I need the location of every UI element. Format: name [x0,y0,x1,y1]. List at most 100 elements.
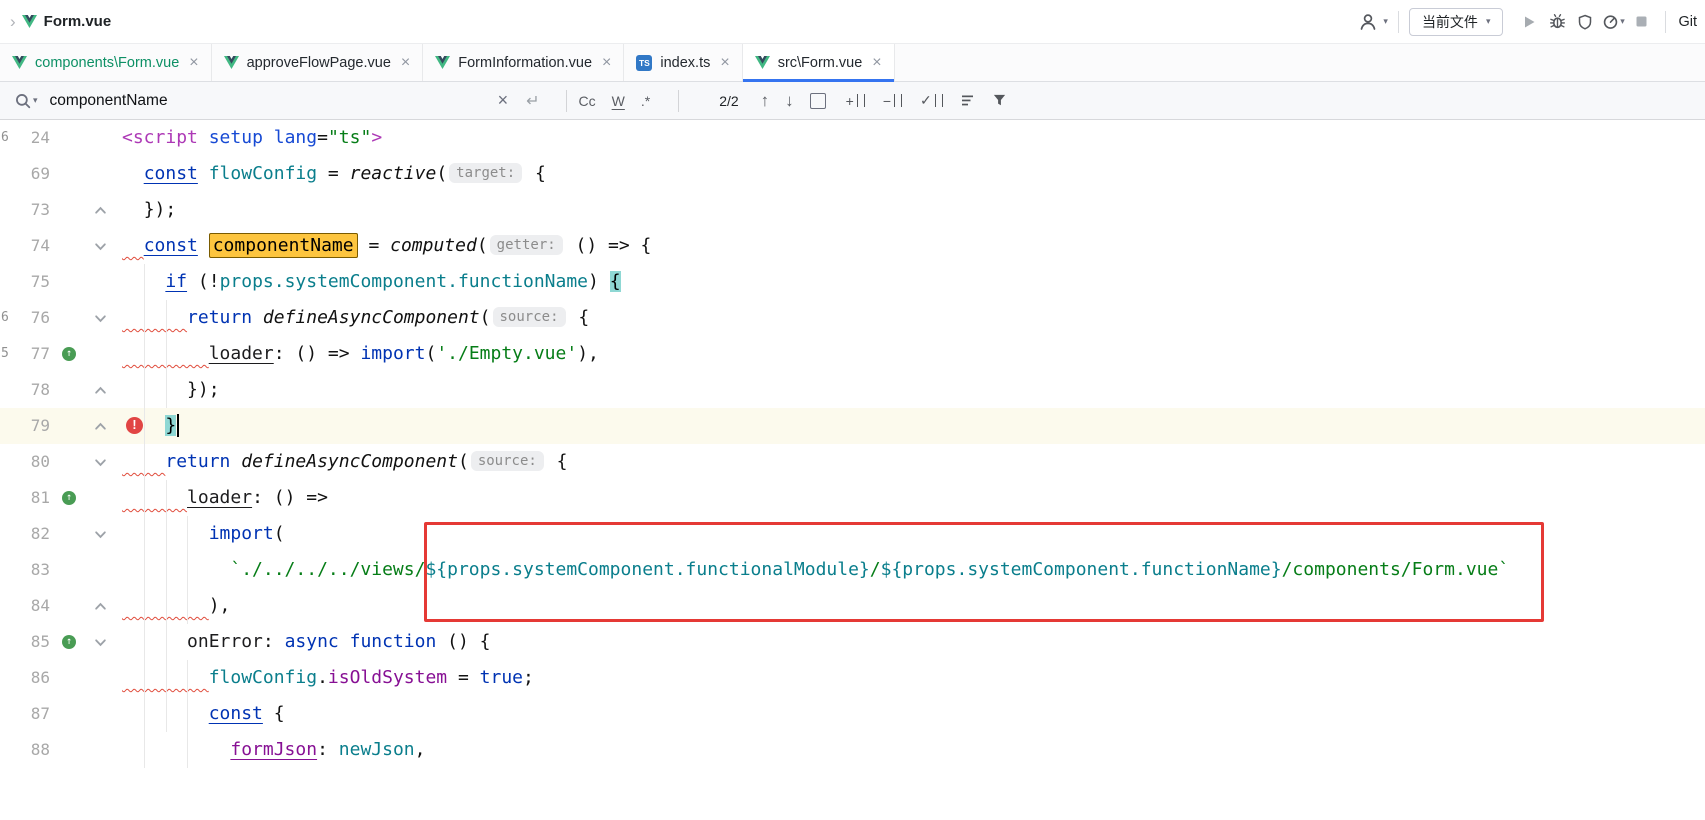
git-label[interactable]: Git [1678,14,1697,30]
clear-search-icon[interactable]: × [498,90,509,111]
code-text[interactable]: ), [122,588,1705,624]
code-text[interactable]: if (!props.systemComponent.functionName)… [122,264,1705,300]
code-text[interactable]: } [122,408,1705,444]
tab-close-icon[interactable]: × [189,55,198,71]
line-number[interactable]: 74 [31,228,50,264]
line-number[interactable]: 24 [31,120,50,156]
editor-tab[interactable]: components\Form.vue× [0,44,212,81]
search-input[interactable]: componentName [50,92,168,110]
code-token: return [165,451,230,472]
tab-close-icon[interactable]: × [602,55,611,71]
error-icon[interactable]: ! [126,417,143,434]
chevron-down-icon[interactable]: ▾ [33,95,38,106]
regex-toggle[interactable]: .* [641,93,650,109]
code-text[interactable]: return defineAsyncComponent(source: { [122,300,1705,336]
in-selection-toggle[interactable] [810,93,826,109]
gutter: 87 [0,696,122,732]
editor-tab[interactable]: FormInformation.vue × [423,44,624,81]
code-token: /components/Form.vue` [1282,559,1510,580]
code-text[interactable]: onError: async function () { [122,624,1705,660]
line-number[interactable]: 82 [31,516,50,552]
code-text[interactable]: formJson: newJson, [122,732,1705,768]
fold-toggle-icon[interactable] [94,204,107,217]
debug-button[interactable] [1543,8,1571,36]
fold-toggle-icon[interactable] [94,240,107,253]
fold-toggle-icon[interactable] [94,528,107,541]
next-match-button[interactable]: ↓ [785,91,794,111]
list-options-icon[interactable] [961,93,976,108]
fold-toggle-icon[interactable] [94,600,107,613]
remove-occurrence-button[interactable]: − [883,93,902,109]
line-number[interactable]: 75 [31,264,50,300]
line-number[interactable]: 69 [31,156,50,192]
code-text[interactable]: return defineAsyncComponent(source: { [122,444,1705,480]
code-text[interactable]: loader: () => import('./Empty.vue'), [122,336,1705,372]
code-token [122,487,187,508]
tab-close-icon[interactable]: × [401,55,410,71]
code-text[interactable]: flowConfig.isOldSystem = true; [122,660,1705,696]
line-number[interactable]: 83 [31,552,50,588]
implemented-marker-icon[interactable]: ↑ [62,635,76,649]
code-text[interactable]: const { [122,696,1705,732]
editor-tab[interactable]: approveFlowPage.vue× [212,44,424,81]
tab-label: FormInformation.vue [458,55,592,71]
code-line: 69 const flowConfig = reactive(target: { [0,156,1705,192]
fold-toggle-icon[interactable] [94,636,107,649]
line-number[interactable]: 84 [31,588,50,624]
line-number[interactable]: 85 [31,624,50,660]
implemented-marker-icon[interactable]: ↑ [62,491,76,505]
editor-tab[interactable]: src\Form.vue× [743,44,895,81]
fold-toggle-icon[interactable] [94,420,107,433]
code-token: const [209,703,263,724]
code-token: async [285,631,339,652]
fold-toggle-icon[interactable] [94,456,107,469]
code-text[interactable]: }); [122,372,1705,408]
tab-close-icon[interactable]: × [872,55,881,71]
line-number[interactable]: 76 [31,300,50,336]
line-number[interactable]: 86 [31,660,50,696]
code-token [122,199,144,220]
line-number[interactable]: 87 [31,696,50,732]
implemented-marker-icon[interactable]: ↑ [62,347,76,361]
fold-toggle-icon[interactable] [94,312,107,325]
code-text[interactable]: const flowConfig = reactive(target: { [122,156,1705,192]
code-token: "ts" [328,127,371,148]
code-text[interactable]: const componentName = computed(getter: (… [122,228,1705,264]
coverage-button[interactable] [1571,8,1599,36]
code-text[interactable]: `./../../../views/${props.systemComponen… [122,552,1705,588]
filter-button[interactable] [992,93,1007,108]
tab-close-icon[interactable]: × [720,55,729,71]
match-case-toggle[interactable]: Cc [579,93,596,109]
run-config-dropdown[interactable]: 当前文件 ▾ [1409,8,1504,36]
fold-toggle-icon[interactable] [94,384,107,397]
user-icon[interactable] [1354,8,1382,36]
line-number[interactable]: 88 [31,732,50,768]
editor-tab[interactable]: TSindex.ts× [624,44,742,81]
minus-icon: − [883,93,891,109]
newline-icon[interactable]: ↵ [526,91,539,111]
run-button[interactable] [1515,8,1543,36]
stop-button[interactable] [1627,8,1655,36]
typescript-icon: TS [636,55,652,71]
gutter: 73 [0,192,122,228]
code-text[interactable]: loader: () => [122,480,1705,516]
line-number[interactable]: 73 [31,192,50,228]
add-occurrence-button[interactable]: + [846,93,865,109]
line-number[interactable]: 81 [31,480,50,516]
prev-match-button[interactable]: ↑ [761,91,770,111]
line-number[interactable]: 77 [31,336,50,372]
code-text[interactable]: }); [122,192,1705,228]
title-bar: › Form.vue ▾ 当前文件 ▾ ▾ [0,0,1705,44]
line-number[interactable]: 80 [31,444,50,480]
code-token [230,451,241,472]
search-icon[interactable] [14,92,32,110]
code-text[interactable]: import( [122,516,1705,552]
words-toggle[interactable]: W [612,93,625,109]
line-number[interactable]: 78 [31,372,50,408]
code-text[interactable]: <script setup lang="ts"> [122,120,1705,156]
profiler-button[interactable]: ▾ [1599,8,1627,36]
divider [1665,11,1666,33]
line-number[interactable]: 79 [31,408,50,444]
gutter: 80 [0,444,122,480]
select-all-occurrences-button[interactable]: ✓ [920,92,943,109]
